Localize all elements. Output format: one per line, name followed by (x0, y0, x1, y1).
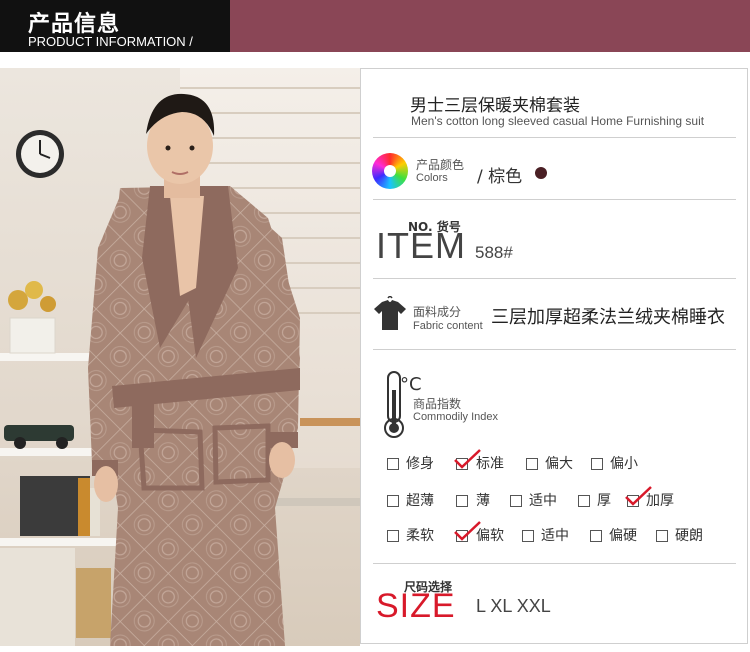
colors-value: / 棕色 (477, 167, 523, 187)
color-wheel-icon (372, 153, 408, 189)
checkbox-soft-medium (522, 530, 534, 542)
fabric-label-zh: 面料成分 (413, 305, 462, 319)
option-thick-ultrathin: 超薄 (406, 493, 434, 509)
option-soft-soft: 柔软 (406, 528, 434, 544)
divider (373, 349, 736, 350)
check-mark-icon (454, 449, 481, 469)
item-number-value: 588# (475, 243, 513, 262)
divider (373, 278, 736, 279)
checkbox-thick-thick (578, 495, 590, 507)
colors-label-en: Colors (416, 172, 448, 184)
shirt-icon (374, 296, 406, 330)
product-title-zh: 男士三层保暖夹棉套装 (410, 96, 580, 116)
checkbox-thick-thin (456, 495, 468, 507)
fabric-value: 三层加厚超柔法兰绒夹棉睡衣 (491, 307, 725, 328)
option-soft-firm: 硬朗 (675, 528, 703, 544)
option-fit-slim: 修身 (406, 456, 434, 472)
checkbox-thick-ultrathin (387, 495, 399, 507)
header-banner-accent (230, 0, 750, 52)
option-fit-large: 偏大 (545, 456, 573, 472)
checkbox-fit-slim (387, 458, 399, 470)
checkbox-soft-firm (656, 530, 668, 542)
checkbox-fit-large (526, 458, 538, 470)
divider (373, 563, 736, 564)
index-label-zh: 商品指数 (413, 397, 462, 411)
colors-label-zh: 产品颜色 (416, 158, 465, 172)
option-thick-thin: 薄 (476, 493, 490, 509)
product-title-en: Men's cotton long sleeved casual Home Fu… (411, 114, 705, 128)
option-soft-firmish: 偏硬 (609, 528, 637, 544)
fabric-label-en: Fabric content (413, 320, 483, 332)
divider (373, 199, 736, 200)
color-swatch (535, 167, 547, 179)
size-heading: SIZE (376, 587, 456, 625)
size-value: L XL XXL (476, 596, 551, 616)
checkbox-thick-medium (510, 495, 522, 507)
header-title-en: PRODUCT INFORMATION / (28, 34, 193, 49)
option-fit-small: 偏小 (610, 456, 638, 472)
option-thick-medium: 适中 (529, 493, 557, 509)
checkbox-soft-firmish (590, 530, 602, 542)
temperature-unit: °C (400, 374, 422, 395)
divider (373, 137, 736, 138)
check-mark-icon (454, 521, 481, 541)
info-panel (360, 68, 748, 644)
checkbox-fit-small (591, 458, 603, 470)
product-photo (0, 68, 360, 646)
item-heading: ITEM (376, 225, 466, 266)
checkbox-soft-soft (387, 530, 399, 542)
option-soft-medium: 适中 (541, 528, 569, 544)
index-label-en: Commodily Index (413, 411, 498, 423)
check-mark-icon (625, 486, 652, 506)
option-thick-thick: 厚 (597, 493, 611, 509)
